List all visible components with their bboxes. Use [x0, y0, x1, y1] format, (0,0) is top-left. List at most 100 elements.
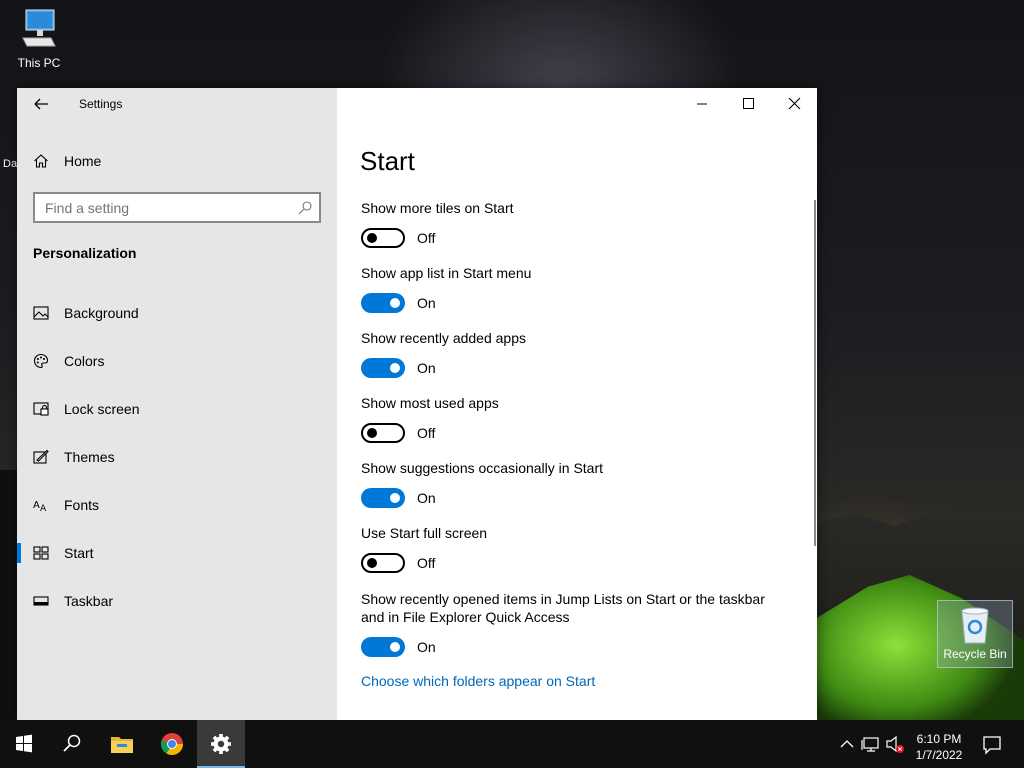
clock-time: 6:10 PM [916, 732, 962, 746]
setting-label: Show app list in Start menu [361, 265, 532, 281]
toggle-knob [367, 428, 377, 438]
toggle-state: On [417, 490, 436, 506]
toggle-knob [390, 493, 400, 503]
search-placeholder: Find a setting [45, 200, 130, 216]
fonts-icon: A A [33, 500, 47, 513]
toggle-knob [367, 233, 377, 243]
settings-window: Settings Home Find a setting Personaliza… [17, 88, 817, 720]
volume-button[interactable] [884, 720, 906, 768]
chevron-up-icon [840, 740, 854, 748]
desktop-icon-recycle-bin[interactable]: Recycle Bin [937, 600, 1013, 668]
setting-recently-added-apps: Show recently added apps On [361, 329, 781, 378]
svg-text:A: A [33, 500, 40, 511]
computer-icon [21, 8, 57, 52]
setting-label: Show recently opened items in Jump Lists… [361, 591, 765, 625]
back-button[interactable] [29, 94, 53, 114]
home-icon [34, 154, 48, 168]
minimize-icon [697, 103, 707, 105]
action-center-icon [983, 736, 1001, 755]
start-icon [33, 546, 49, 560]
sidebar-item-colors[interactable]: Colors [17, 341, 337, 381]
desktop-icon-label: This PC [17, 56, 61, 70]
toggle-knob [390, 298, 400, 308]
title-bar[interactable]: Settings [17, 88, 337, 120]
network-icon [861, 737, 879, 752]
sidebar-item-label: Fonts [64, 497, 100, 513]
sidebar-item-themes[interactable]: Themes [17, 437, 337, 477]
toggle-state: On [417, 360, 436, 376]
close-icon [788, 97, 801, 110]
sidebar-item-label: Lock screen [64, 401, 140, 417]
maximize-button[interactable] [725, 88, 771, 120]
toggle-state: On [417, 639, 436, 655]
choose-folders-link[interactable]: Choose which folders appear on Start [361, 673, 595, 689]
sidebar-item-start[interactable]: Start [17, 533, 337, 573]
settings-button[interactable] [197, 720, 245, 768]
toggle-switch[interactable] [361, 553, 405, 573]
chrome-button[interactable] [148, 720, 196, 768]
palette-icon [33, 353, 49, 369]
chrome-icon [160, 733, 183, 755]
window-controls [679, 88, 817, 120]
close-button[interactable] [771, 88, 817, 120]
page-title: Start [360, 146, 415, 176]
tray-overflow-button[interactable] [836, 720, 858, 768]
sidebar-item-fonts[interactable]: A A Fonts [17, 485, 337, 525]
main-content: Start Show more tiles on Start Off Show … [337, 88, 817, 720]
windows-start-icon [16, 734, 32, 753]
toggle-knob [390, 642, 400, 652]
toggle-knob [390, 363, 400, 373]
setting-suggestions: Show suggestions occasionally in Start O… [361, 459, 781, 508]
search-icon [63, 734, 81, 752]
sidebar-item-label: Background [64, 305, 139, 321]
setting-label: Show most used apps [361, 395, 499, 411]
sidebar-item-label: Taskbar [64, 593, 114, 609]
file-explorer-button[interactable] [98, 720, 146, 768]
desktop-icon-partial-label: Da [3, 158, 18, 170]
toggle-state: Off [417, 555, 436, 571]
sidebar-item-label: Home [64, 153, 102, 169]
setting-jump-lists: Show recently opened items in Jump Lists… [361, 590, 771, 657]
toggle-state: Off [417, 425, 436, 441]
sidebar-item-home[interactable]: Home [33, 150, 323, 172]
search-input[interactable]: Find a setting [33, 192, 321, 223]
setting-most-used-apps: Show most used apps Off [361, 394, 781, 443]
network-button[interactable] [860, 720, 882, 768]
sidebar-item-label: Themes [64, 449, 115, 465]
background-icon [33, 306, 49, 320]
setting-label: Show suggestions occasionally in Start [361, 460, 604, 476]
setting-label: Show more tiles on Start [361, 200, 514, 216]
search-button[interactable] [48, 720, 96, 768]
scrollbar[interactable] [814, 200, 816, 546]
clock[interactable]: 6:10 PM 1/7/2022 [908, 731, 970, 763]
minimize-button[interactable] [679, 88, 725, 120]
toggle-switch[interactable] [361, 637, 405, 657]
sidebar-item-label: Colors [64, 353, 105, 369]
sidebar-item-taskbar[interactable]: Taskbar [17, 581, 337, 621]
toggle-state: Off [417, 230, 436, 246]
sidebar-item-background[interactable]: Background [17, 293, 337, 333]
svg-text:A: A [40, 504, 47, 513]
settings-gear-icon [211, 734, 231, 754]
toggle-switch[interactable] [361, 293, 405, 313]
desktop-icon-this-pc[interactable]: This PC [10, 8, 68, 70]
toggle-switch[interactable] [361, 228, 405, 248]
wallpaper-left-edge [0, 470, 17, 720]
toggle-switch[interactable] [361, 488, 405, 508]
setting-full-screen: Use Start full screen Off [361, 524, 781, 573]
setting-show-app-list: Show app list in Start menu On [361, 264, 781, 313]
lock-screen-icon [33, 402, 49, 416]
maximize-icon [743, 98, 754, 109]
sidebar-item-label: Start [64, 545, 94, 561]
desktop-icon-label: Recycle Bin [943, 647, 1007, 661]
taskbar-icon [33, 596, 49, 606]
toggle-switch[interactable] [361, 423, 405, 443]
start-button[interactable] [0, 720, 48, 768]
themes-icon [33, 449, 49, 464]
sidebar-item-lock-screen[interactable]: Lock screen [17, 389, 337, 429]
search-icon [298, 201, 312, 215]
action-center-button[interactable] [978, 720, 1006, 768]
toggle-state: On [417, 295, 436, 311]
toggle-switch[interactable] [361, 358, 405, 378]
toggle-knob [367, 558, 377, 568]
